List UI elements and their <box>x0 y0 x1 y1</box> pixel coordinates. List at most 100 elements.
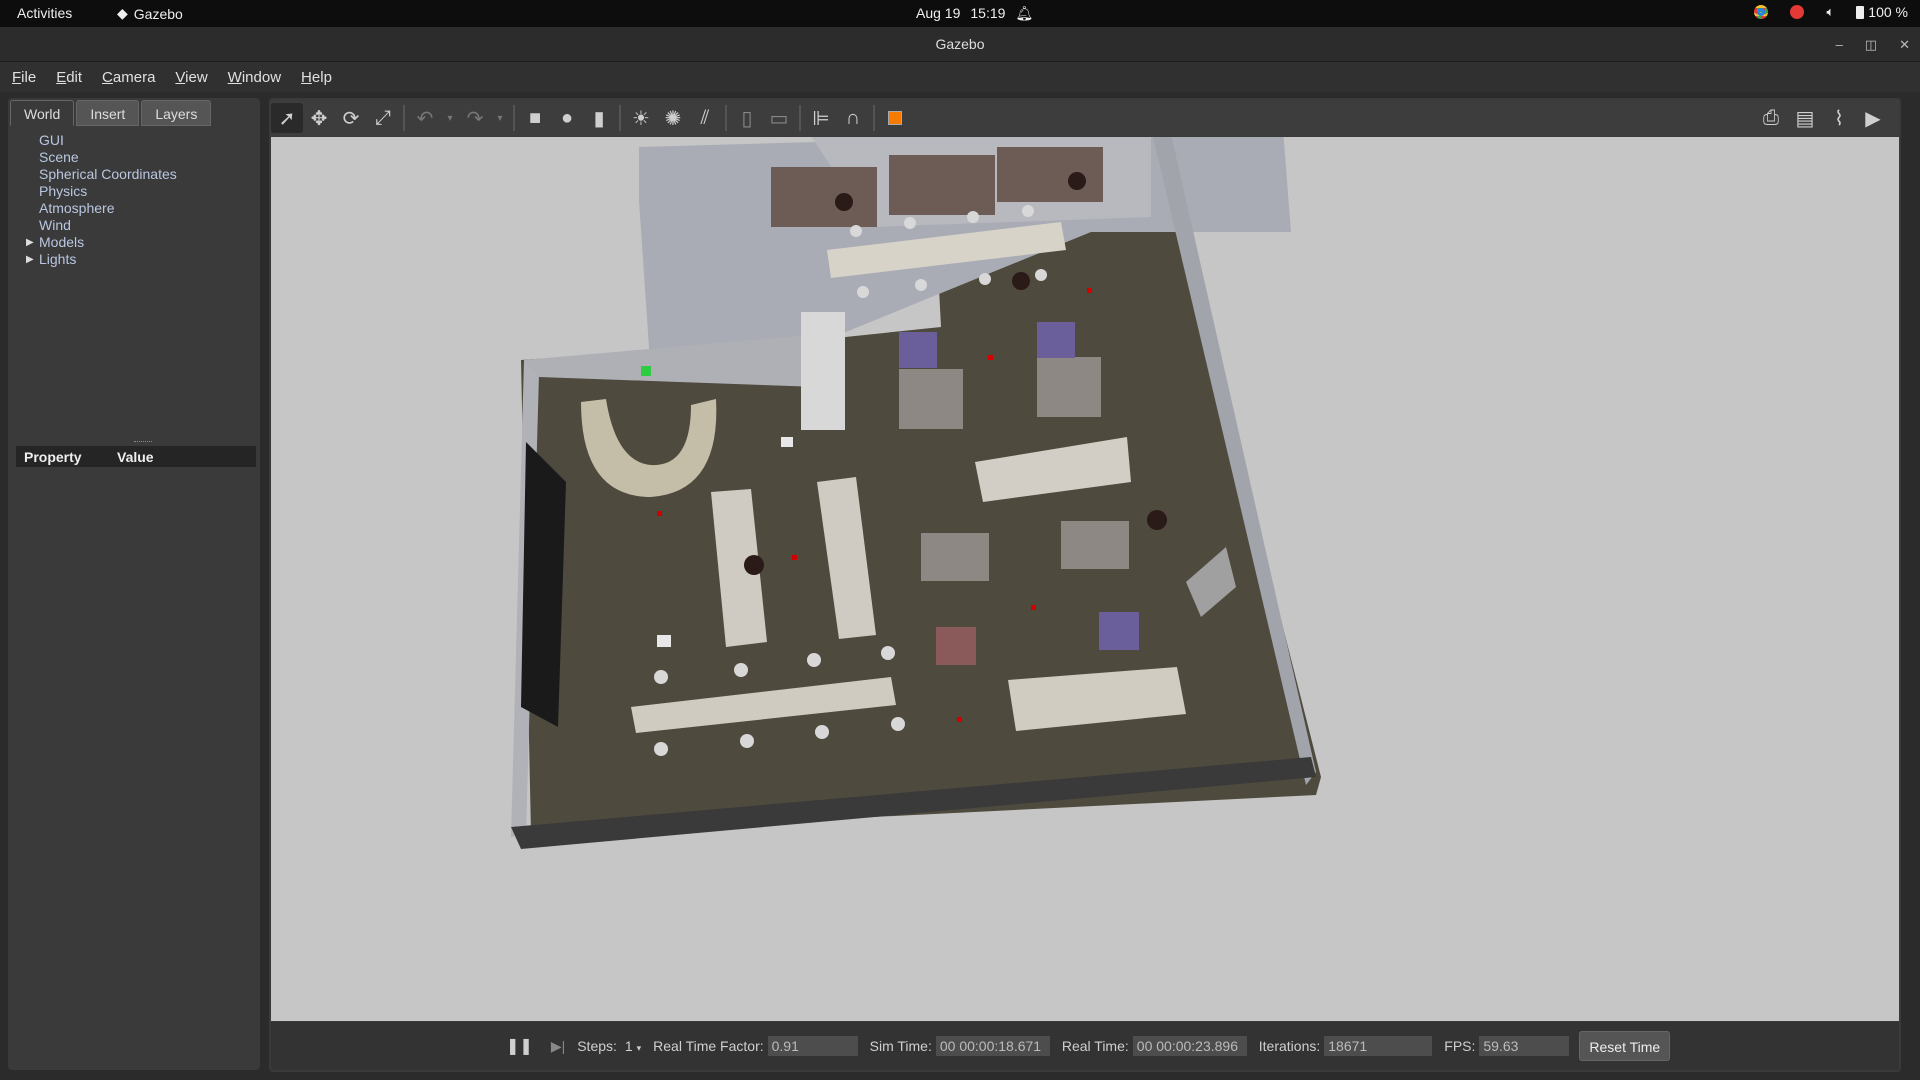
tree-item-scene[interactable]: Scene <box>14 149 254 166</box>
waypoint-marker <box>1087 288 1092 293</box>
steps-chevron-icon[interactable]: ▾ <box>637 1043 642 1053</box>
view-angle-icon[interactable] <box>879 103 911 133</box>
iterations-label: Iterations: <box>1258 1038 1321 1054</box>
toolbar-separator <box>873 105 875 131</box>
redo-history-chevron-icon[interactable]: ▾ <box>491 103 509 133</box>
paste-icon[interactable]: ▭ <box>763 103 795 133</box>
tab-world[interactable]: World <box>10 100 75 126</box>
menu-window[interactable]: Window <box>228 69 281 86</box>
tree-item-models[interactable]: ▶ Models <box>14 234 254 251</box>
display-case <box>936 627 976 665</box>
tree-item-physics[interactable]: Physics <box>14 183 254 200</box>
world-tree: GUI Scene Spherical Coordinates Physics … <box>14 132 254 268</box>
chrome-icon[interactable] <box>1754 5 1769 19</box>
volume-icon[interactable]: 🔈︎ <box>1826 4 1834 20</box>
simulation-status-bar: ❚❚ ▶| Steps: 1 ▾ Real Time Factor: 0.91 … <box>271 1022 1899 1070</box>
log-icon[interactable]: ▤ <box>1789 103 1821 133</box>
record-video-icon[interactable]: ▶ <box>1857 103 1889 133</box>
menu-edit[interactable]: Edit <box>56 69 82 86</box>
window-title-bar[interactable]: Gazebo – ◫ ✕ <box>0 27 1920 62</box>
real-time-label: Real Time: <box>1061 1038 1129 1054</box>
app-menu[interactable]: ◆ Gazebo <box>117 5 183 22</box>
toolbar-separator <box>619 105 621 131</box>
property-column-header: Property <box>24 448 82 465</box>
minimize-icon[interactable]: – <box>1836 27 1843 62</box>
bookshelf <box>997 147 1103 202</box>
copy-icon[interactable]: ▯ <box>731 103 763 133</box>
property-table-header: Property Value <box>16 446 256 467</box>
snap-icon[interactable]: ∩ <box>837 103 869 133</box>
window-title: Gazebo <box>935 36 985 52</box>
trash-bin <box>1147 510 1167 530</box>
undo-history-chevron-icon[interactable]: ▾ <box>441 103 459 133</box>
clock-date: Aug 19 <box>916 5 961 21</box>
sim-time-value: 00 00:00:18.671 <box>935 1036 1050 1056</box>
do-not-disturb-icon[interactable] <box>1790 5 1805 19</box>
bookcase <box>899 369 963 429</box>
undo-icon[interactable]: ↶ <box>409 103 441 133</box>
menu-camera[interactable]: Camera <box>102 69 155 86</box>
robot-marker <box>641 366 651 376</box>
close-icon[interactable]: ✕ <box>1899 27 1910 62</box>
steps-value: 1 <box>624 1038 633 1054</box>
tab-layers[interactable]: Layers <box>141 100 212 126</box>
clock[interactable]: Aug 19 15:19 🔔︎ <box>916 5 1033 22</box>
toolbar-separator <box>403 105 405 131</box>
pause-icon[interactable]: ❚❚ <box>506 1036 533 1056</box>
box-object <box>657 635 671 647</box>
tree-item-wind[interactable]: Wind <box>14 217 254 234</box>
select-mode-icon[interactable]: ➚ <box>271 103 303 133</box>
menu-view[interactable]: View <box>175 69 207 86</box>
battery-percent: 100 % <box>1868 4 1908 20</box>
trash-bin <box>835 193 853 211</box>
left-panel: World Insert Layers GUI Scene Spherical … <box>8 98 260 1070</box>
waypoint-marker <box>957 717 962 722</box>
tab-insert[interactable]: Insert <box>76 100 140 126</box>
trash-bin <box>1012 272 1030 290</box>
align-icon[interactable]: ⊫ <box>805 103 837 133</box>
steps-label: Steps: <box>577 1038 617 1054</box>
box-icon[interactable]: ■ <box>519 103 551 133</box>
battery-indicator[interactable]: 100 % <box>1856 4 1908 20</box>
plot-icon[interactable]: ⌇ <box>1823 103 1855 133</box>
step-icon[interactable]: ▶| <box>551 1038 565 1055</box>
fps-value: 59.63 <box>1479 1036 1570 1056</box>
3d-viewport[interactable] <box>271 137 1899 1021</box>
toolbar-separator <box>799 105 801 131</box>
rotate-mode-icon[interactable]: ⟳ <box>335 103 367 133</box>
sim-time-label: Sim Time: <box>869 1038 932 1054</box>
point-light-icon[interactable]: ☀ <box>625 103 657 133</box>
sphere-icon[interactable]: ● <box>551 103 583 133</box>
maximize-icon[interactable]: ◫ <box>1865 27 1877 62</box>
battery-icon <box>1856 5 1865 19</box>
directional-light-icon[interactable]: ⫽ <box>689 103 721 133</box>
tree-item-atmosphere[interactable]: Atmosphere <box>14 200 254 217</box>
library-scene-render[interactable] <box>271 137 1899 1021</box>
trash-bin <box>1068 172 1086 190</box>
expand-arrow-icon[interactable]: ▶ <box>26 234 34 251</box>
reset-time-button[interactable]: Reset Time <box>1579 1031 1671 1061</box>
trash-bin <box>744 555 764 575</box>
expand-arrow-icon[interactable]: ▶ <box>26 251 34 268</box>
waypoint-marker <box>792 555 797 560</box>
translate-mode-icon[interactable]: ✥ <box>303 103 335 133</box>
rtf-label: Real Time Factor: <box>653 1038 764 1054</box>
system-tray[interactable]: 🔈︎ 100 % <box>1754 4 1908 20</box>
tree-item-spherical-coordinates[interactable]: Spherical Coordinates <box>14 166 254 183</box>
scale-mode-icon[interactable]: ⤢ <box>367 103 399 133</box>
activities-button[interactable]: Activities <box>17 5 72 21</box>
tree-item-gui[interactable]: GUI <box>14 132 254 149</box>
steps-spinbox[interactable]: 1 ▾ <box>625 1038 641 1054</box>
menu-bar: File Edit Camera View Window Help <box>0 62 1920 92</box>
redo-icon[interactable]: ↷ <box>459 103 491 133</box>
menu-file[interactable]: File <box>12 69 36 86</box>
panel-splitter-handle[interactable] <box>134 441 152 443</box>
display-case <box>899 332 937 368</box>
screenshot-icon[interactable]: ⎙ <box>1755 103 1787 133</box>
spot-light-icon[interactable]: ✺ <box>657 103 689 133</box>
cylinder-icon[interactable]: ▮ <box>583 103 615 133</box>
menu-help[interactable]: Help <box>301 69 332 86</box>
waypoint-marker <box>1031 605 1036 610</box>
box-object <box>781 437 793 447</box>
tree-item-lights[interactable]: ▶ Lights <box>14 251 254 268</box>
